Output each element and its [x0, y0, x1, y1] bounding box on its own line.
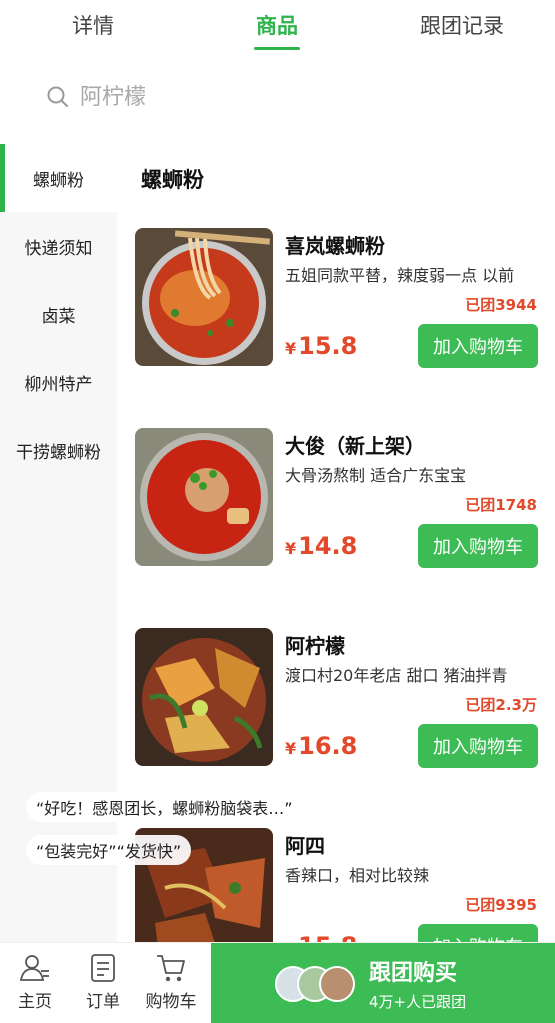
- product-description: 五姐同款平替，辣度弱一点 以前: [285, 266, 515, 285]
- price-value: 14.8: [298, 532, 358, 560]
- product-image[interactable]: [135, 628, 273, 766]
- tab-group-records[interactable]: 跟团记录: [420, 10, 504, 40]
- add-to-cart-button[interactable]: 加入购物车: [418, 524, 538, 568]
- cart-icon: [157, 955, 185, 982]
- product-sold-count: 已团1748: [465, 496, 537, 514]
- product-sold-count: 已团3944: [465, 296, 537, 314]
- group-buy-subtitle: 4万+人已跟团: [369, 993, 467, 1011]
- currency-symbol: ¥: [285, 539, 297, 558]
- group-buy-title: 跟团购买: [369, 961, 458, 986]
- order-list-icon: [91, 954, 115, 982]
- search-bar: [0, 70, 555, 124]
- sidebar-item-luosifen[interactable]: 螺蛳粉: [0, 144, 117, 212]
- sidebar-item-label: 柳州特产: [24, 374, 93, 395]
- sidebar-item-braised[interactable]: 卤菜: [0, 280, 117, 348]
- nav-orders[interactable]: 订单: [70, 953, 136, 1012]
- product-description: 渡口村20年老店 甜口 猪油拌青: [285, 666, 508, 685]
- nav-label: 主页: [18, 992, 52, 1012]
- currency-symbol: ¥: [285, 339, 297, 358]
- active-tab-indicator: [254, 47, 300, 50]
- nav-home[interactable]: 主页: [2, 953, 68, 1012]
- nav-cart[interactable]: 购物车: [138, 953, 204, 1012]
- product-card[interactable]: 喜岚螺蛳粉 五姐同款平替，辣度弱一点 以前 已团3944 ¥15.8 加入购物车: [135, 228, 545, 368]
- top-tabs: 详情 商品 跟团记录: [0, 0, 555, 58]
- sidebar-item-dry-luosifen[interactable]: 干捞螺蛳粉: [0, 416, 117, 484]
- product-description: 大骨汤熬制 适合广东宝宝: [285, 466, 467, 485]
- product-sold-count: 已团9395: [465, 896, 537, 914]
- currency-symbol: ¥: [285, 739, 297, 758]
- price-value: 16.8: [298, 732, 358, 760]
- product-name: 阿四: [285, 834, 325, 858]
- product-description: 香辣口，相对比较辣: [285, 866, 430, 885]
- category-sidebar: 螺蛳粉 快递须知 卤菜 柳州特产 干捞螺蛳粉: [0, 144, 117, 944]
- tab-details[interactable]: 详情: [72, 10, 114, 40]
- product-image[interactable]: [135, 228, 273, 366]
- product-price: ¥14.8: [285, 532, 357, 560]
- sidebar-item-label: 卤菜: [41, 306, 76, 327]
- review-bubble: “好吃！感恩团长，螺蛳粉脑袋表…”: [26, 792, 303, 822]
- sidebar-item-shipping-notice[interactable]: 快递须知: [0, 212, 117, 280]
- product-price: ¥15.8: [285, 332, 357, 360]
- add-to-cart-button[interactable]: 加入购物车: [418, 724, 538, 768]
- home-user-icon: [19, 955, 49, 981]
- product-card[interactable]: 阿柠檬 渡口村20年老店 甜口 猪油拌青 已团2.3万 ¥16.8 加入购物车: [135, 628, 545, 768]
- price-value: 15.8: [298, 332, 358, 360]
- sidebar-item-label: 螺蛳粉: [33, 170, 84, 191]
- nav-label: 订单: [86, 992, 120, 1012]
- group-buy-button[interactable]: 跟团购买 4万+人已跟团: [211, 943, 555, 1023]
- review-bubble: “包装完好”“发货快”: [26, 835, 192, 865]
- product-name: 阿柠檬: [285, 634, 345, 658]
- bottom-bar: 主页 订单 购物车 跟团购买 4万+人已跟团: [0, 942, 555, 1023]
- search-input[interactable]: [80, 80, 520, 114]
- sidebar-item-label: 干捞螺蛳粉: [16, 442, 101, 463]
- product-name: 大俊（新上架）: [285, 434, 425, 458]
- product-sold-count: 已团2.3万: [465, 696, 537, 714]
- sidebar-item-label: 快递须知: [24, 238, 93, 259]
- nav-label: 购物车: [145, 992, 197, 1012]
- search-icon: [46, 85, 70, 109]
- product-card[interactable]: 大俊（新上架） 大骨汤熬制 适合广东宝宝 已团1748 ¥14.8 加入购物车: [135, 428, 545, 568]
- sidebar-item-liuzhou-specialty[interactable]: 柳州特产: [0, 348, 117, 416]
- active-category-marker: [0, 144, 5, 212]
- product-name: 喜岚螺蛳粉: [285, 234, 385, 258]
- product-price: ¥16.8: [285, 732, 357, 760]
- product-image[interactable]: [135, 428, 273, 566]
- avatar: [319, 966, 355, 1002]
- add-to-cart-button[interactable]: 加入购物车: [418, 324, 538, 368]
- section-title: 螺蛳粉: [141, 168, 204, 192]
- tab-products[interactable]: 商品: [256, 10, 298, 40]
